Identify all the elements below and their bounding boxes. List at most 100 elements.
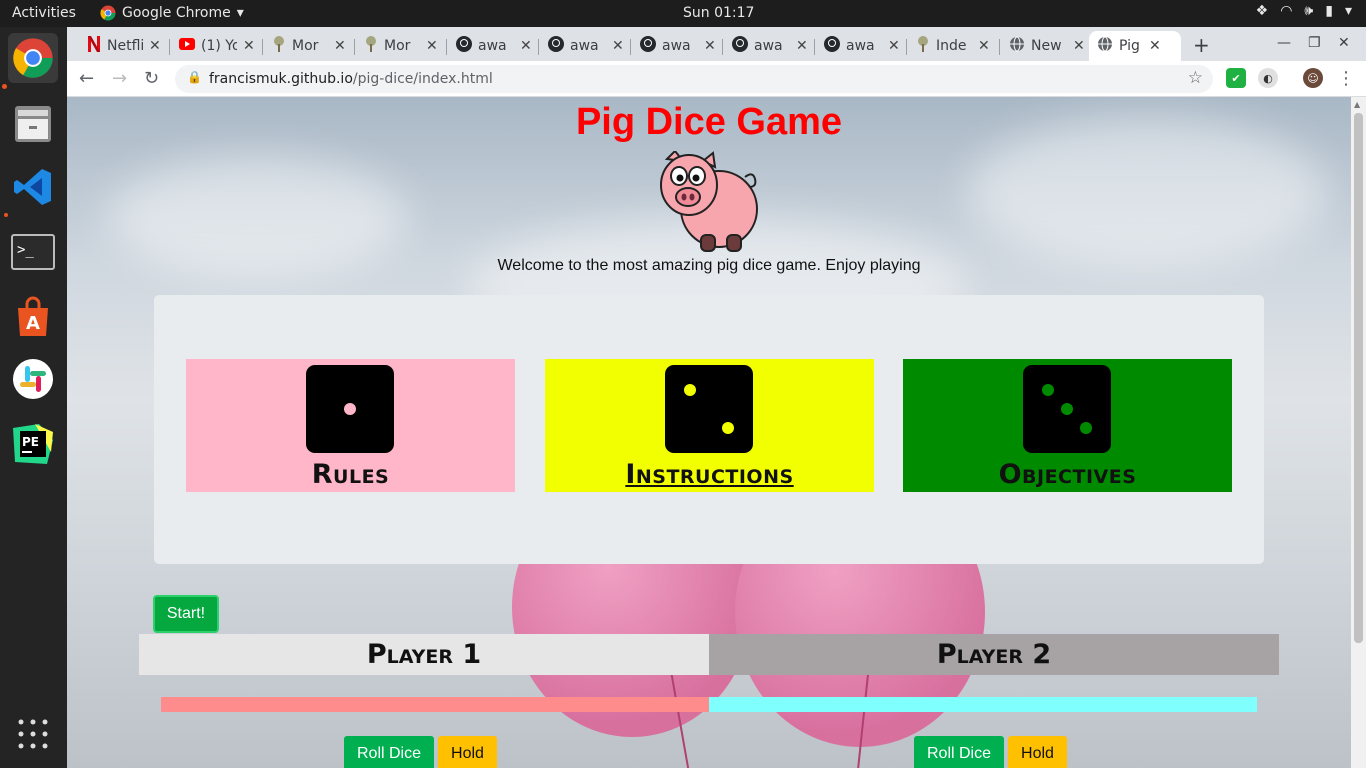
player-2-bar (709, 697, 1257, 712)
tree-icon (364, 36, 378, 56)
browser-tab[interactable]: awa ✕ (448, 31, 540, 61)
browser-tab[interactable]: Netflix ✕ (79, 31, 169, 61)
url-text[interactable]: francismuk.github.io/pig-dice/index.html (209, 71, 493, 87)
close-tab-icon[interactable]: ✕ (612, 38, 624, 54)
svg-text:>_: >_ (17, 242, 34, 258)
browser-tab[interactable]: awa ✕ (816, 31, 908, 61)
close-tab-icon[interactable]: ✕ (1073, 38, 1085, 54)
browser-tab[interactable]: (1) YouTube ✕ (171, 31, 263, 61)
tab-separator (630, 39, 631, 55)
lock-icon[interactable]: 🔒 (187, 70, 202, 84)
browser-tab[interactable]: Pig Dice Game ✕ (1089, 31, 1181, 61)
close-window-button[interactable]: ✕ (1338, 35, 1350, 51)
dock-chrome[interactable] (8, 33, 58, 83)
forward-arrow-icon[interactable]: → (112, 68, 127, 89)
browser-tab[interactable]: awa ✕ (632, 31, 724, 61)
github-icon (548, 36, 564, 56)
rules-card[interactable]: Rules (186, 359, 515, 492)
close-tab-icon[interactable]: ✕ (704, 38, 716, 54)
dock-slack[interactable] (8, 354, 58, 404)
page-viewport: Pig Dice Game Welcome to the most amazin… (67, 97, 1351, 768)
page-scrollbar[interactable]: ▲ (1351, 97, 1366, 768)
page-title: Pig Dice Game (575, 101, 843, 143)
shield-extension-icon[interactable]: ✔ (1226, 68, 1246, 88)
github-icon (456, 36, 472, 56)
close-tab-icon[interactable]: ✕ (888, 38, 900, 54)
player-1-hold-button[interactable]: Hold (438, 736, 497, 768)
tab-separator (906, 39, 907, 55)
die-pip (1061, 403, 1073, 415)
battery-icon[interactable]: ▮ (1325, 3, 1333, 19)
chevron-down-icon[interactable]: ▾ (1345, 3, 1352, 19)
svg-text:A: A (26, 313, 40, 334)
close-tab-icon[interactable]: ✕ (978, 38, 990, 54)
dock-files[interactable] (8, 98, 58, 148)
close-tab-icon[interactable]: ✕ (149, 38, 161, 54)
browser-tab[interactable]: Mor ✕ (356, 31, 446, 61)
tab-strip: Netflix ✕ (1) YouTube ✕ Mor ✕ Mor ✕ awa ✕ awa ✕ awa ✕… (67, 27, 1366, 61)
dock-software[interactable]: A (8, 292, 58, 342)
chrome-icon (100, 5, 116, 21)
scroll-up-icon[interactable]: ▲ (1354, 100, 1360, 109)
close-tab-icon[interactable]: ✕ (796, 38, 808, 54)
github-icon (640, 36, 656, 56)
tab-separator (169, 39, 170, 55)
app-menu[interactable]: Google Chrome ▾ (100, 5, 244, 21)
browser-tab[interactable]: awa ✕ (540, 31, 632, 61)
player-2-roll-dice-button[interactable]: Roll Dice (914, 736, 1004, 768)
tab-title: (1) YouTube (201, 38, 237, 54)
dock-terminal[interactable]: >_ (8, 227, 58, 277)
close-tab-icon[interactable]: ✕ (520, 38, 532, 54)
dock-vscode[interactable] (8, 162, 58, 212)
reload-icon[interactable]: ↻ (144, 68, 159, 89)
dock: >_ A PE (0, 27, 67, 768)
instructions-label: Instructions (625, 459, 794, 490)
tab-separator (538, 39, 539, 55)
tab-title: awa (754, 38, 783, 54)
close-tab-icon[interactable]: ✕ (426, 38, 438, 54)
extension-icon[interactable]: ◐ (1258, 68, 1278, 88)
tab-title: Pig Dice Game (1119, 38, 1143, 54)
die-pip (1042, 384, 1054, 396)
browser-tab[interactable]: Inde ✕ (908, 31, 998, 61)
close-tab-icon[interactable]: ✕ (1149, 38, 1161, 54)
new-tab-button[interactable]: + (1193, 33, 1210, 57)
tab-title: awa (662, 38, 691, 54)
maximize-button[interactable]: ❐ (1308, 35, 1321, 51)
volume-icon[interactable]: 🕪 (1304, 3, 1313, 19)
activities-button[interactable]: Activities (12, 5, 76, 21)
globe-icon (1009, 36, 1025, 56)
tab-title: awa (478, 38, 507, 54)
objectives-card[interactable]: Objectives (903, 359, 1232, 492)
show-applications-button[interactable] (8, 709, 58, 759)
profile-avatar[interactable]: ☺ (1303, 68, 1323, 88)
scrollbar-thumb[interactable] (1354, 113, 1363, 643)
more-menu-icon[interactable]: ⋮ (1337, 68, 1355, 89)
start-button[interactable]: Start! (153, 595, 219, 633)
wifi-icon[interactable]: ◠ (1280, 3, 1292, 19)
close-tab-icon[interactable]: ✕ (243, 38, 255, 54)
bookmark-star-icon[interactable]: ☆ (1188, 68, 1203, 88)
browser-tab[interactable]: awa ✕ (724, 31, 816, 61)
clock[interactable]: Sun 01:17 (683, 5, 754, 21)
browser-tab[interactable]: New ✕ (1001, 31, 1093, 61)
player-1-roll-dice-button[interactable]: Roll Dice (344, 736, 434, 768)
tab-separator (354, 39, 355, 55)
dropbox-icon[interactable]: ❖ (1256, 3, 1269, 19)
die-two-icon (665, 365, 753, 453)
browser-tab[interactable]: Mor ✕ (264, 31, 354, 61)
die-pip (684, 384, 696, 396)
tab-separator (722, 39, 723, 55)
dock-pycharm[interactable]: PE (8, 419, 58, 469)
tab-separator (262, 39, 263, 55)
instructions-card[interactable]: Instructions (545, 359, 874, 492)
chrome-icon (13, 38, 53, 78)
welcome-text: Welcome to the most amazing pig dice gam… (497, 257, 921, 274)
back-arrow-icon[interactable]: ← (79, 68, 94, 89)
address-bar[interactable]: 🔒 francismuk.github.io/pig-dice/index.ht… (175, 65, 1213, 93)
player-2-hold-button[interactable]: Hold (1008, 736, 1067, 768)
tree-icon (916, 36, 930, 56)
minimize-button[interactable]: — (1277, 35, 1291, 51)
close-tab-icon[interactable]: ✕ (334, 38, 346, 54)
system-tray[interactable]: ❖ ◠ 🕪 ▮ ▾ (1256, 3, 1352, 19)
